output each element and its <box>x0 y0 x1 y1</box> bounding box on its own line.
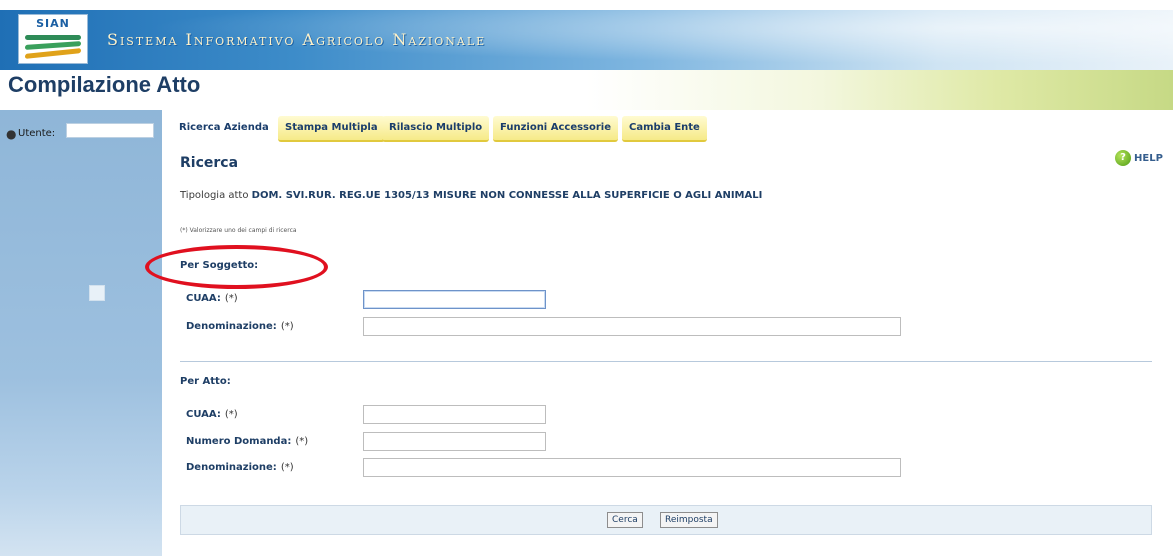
required-marker: (*) <box>280 321 294 332</box>
sidebar: ● Utente: <box>0 110 162 556</box>
field-label-text: Denominazione: <box>186 321 277 332</box>
user-icon: ● <box>6 127 17 141</box>
tab-ricerca-azienda[interactable]: Ricerca Azienda <box>172 116 276 140</box>
tipologia-atto: Tipologia atto DOM. SVI.RUR. REG.UE 1305… <box>180 190 762 201</box>
sidebar-checkbox[interactable] <box>89 285 105 301</box>
required-marker: (*) <box>280 462 294 473</box>
section-title: Ricerca <box>180 155 239 171</box>
soggetto-cuaa-label: CUAA: (*) <box>186 293 238 304</box>
required-marker: (*) <box>224 293 238 304</box>
required-marker: (*) <box>295 436 309 447</box>
logo-stripe <box>25 48 81 59</box>
help-icon: ? <box>1115 150 1131 166</box>
help-label: HELP <box>1134 152 1163 164</box>
soggetto-cuaa-input[interactable] <box>363 290 546 309</box>
field-label-text: CUAA: <box>186 293 221 304</box>
atto-numero-domanda-label: Numero Domanda: (*) <box>186 436 308 447</box>
required-note: (*) Valorizzare uno dei campi di ricerca <box>180 227 297 234</box>
atto-cuaa-label: CUAA: (*) <box>186 409 238 420</box>
tab-rilascio-multiplo[interactable]: Rilascio Multiplo <box>382 116 490 142</box>
required-marker: (*) <box>224 409 238 420</box>
atto-numero-domanda-input[interactable] <box>363 432 546 451</box>
help-link[interactable]: ? HELP <box>1115 150 1163 166</box>
field-label-text: Numero Domanda: <box>186 436 292 447</box>
tipologia-value: DOM. SVI.RUR. REG.UE 1305/13 MISURE NON … <box>251 190 763 201</box>
field-label-text: Denominazione: <box>186 462 277 473</box>
user-field <box>66 123 154 138</box>
soggetto-denominazione-input[interactable] <box>363 317 901 336</box>
atto-denominazione-input[interactable] <box>363 458 901 477</box>
atto-cuaa-input[interactable] <box>363 405 546 424</box>
reset-button[interactable]: Reimposta <box>660 512 718 528</box>
logo-stripe <box>25 35 81 40</box>
section-divider <box>180 361 1152 362</box>
logo-text: SIAN <box>36 17 70 30</box>
tab-stampa-multipla[interactable]: Stampa Multipla <box>278 116 385 142</box>
per-atto-title: Per Atto: <box>180 376 231 387</box>
annotation-oval <box>145 245 328 289</box>
field-label-text: CUAA: <box>186 409 221 420</box>
tipologia-label: Tipologia atto <box>180 190 249 201</box>
page-title: Compilazione Atto <box>8 72 201 97</box>
search-button[interactable]: Cerca <box>607 512 643 528</box>
system-name: Sistema Informativo Agricolo Nazionale <box>107 30 487 49</box>
tab-funzioni-accessorie[interactable]: Funzioni Accessorie <box>493 116 619 142</box>
tab-cambia-ente[interactable]: Cambia Ente <box>622 116 707 142</box>
atto-denominazione-label: Denominazione: (*) <box>186 462 294 473</box>
user-label: Utente: <box>18 128 56 139</box>
soggetto-denominazione-label: Denominazione: (*) <box>186 321 294 332</box>
sian-logo: SIAN <box>18 14 88 64</box>
